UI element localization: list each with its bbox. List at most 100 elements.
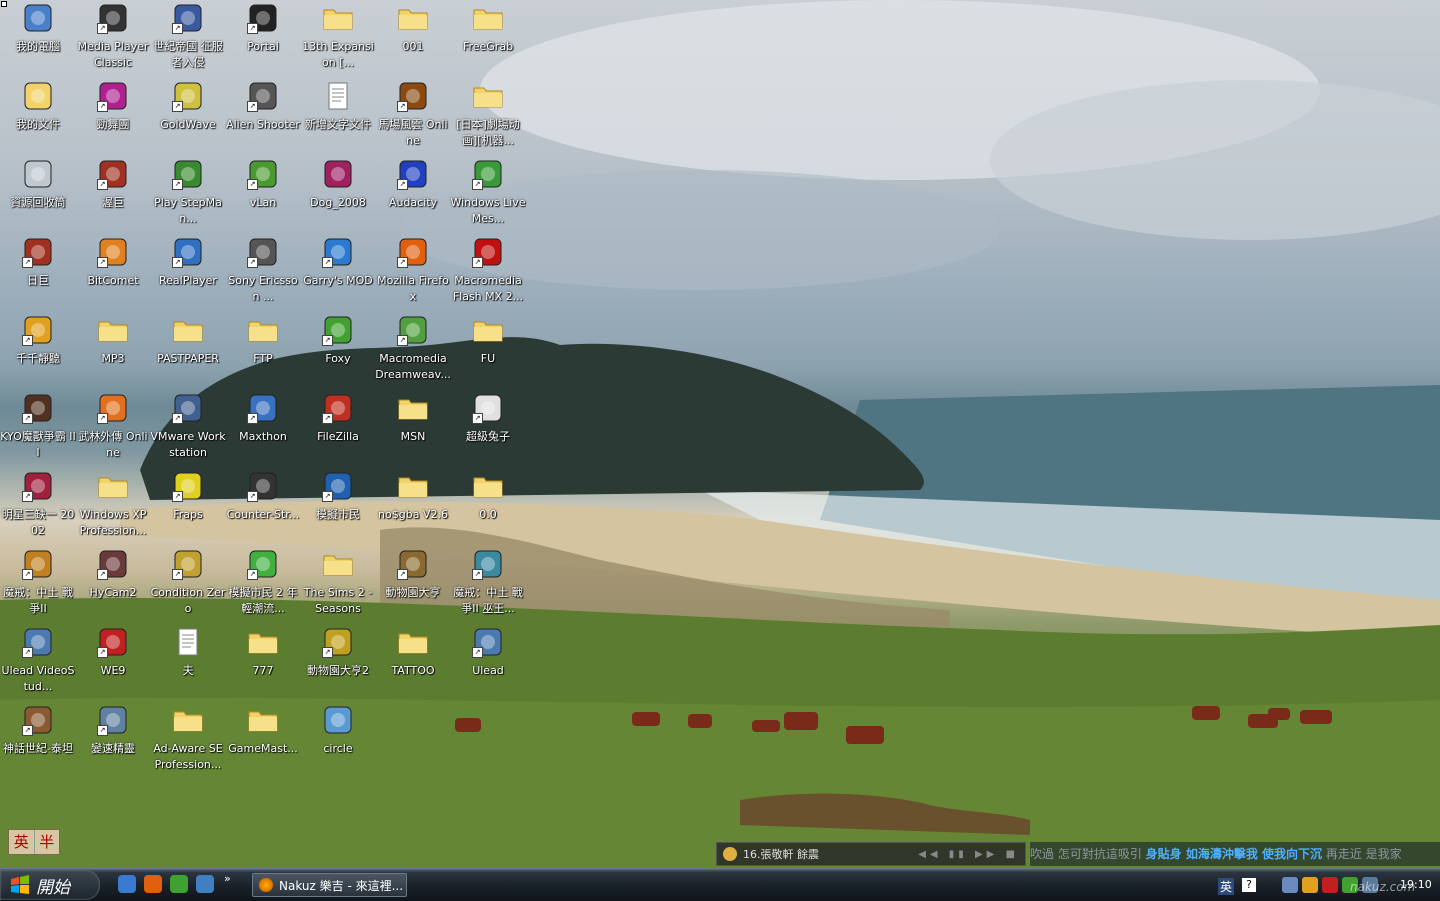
media-player-icon[interactable] — [196, 875, 214, 893]
desktop-icon[interactable]: ↗ Garry's MOD — [300, 234, 376, 310]
shortcut-arrow-icon: ↗ — [97, 179, 108, 190]
desktop-icon[interactable]: 001 — [375, 0, 451, 76]
desktop-icon[interactable]: ↗ Condition Zero — [150, 546, 226, 622]
desktop-icon[interactable]: Dog_2008 — [300, 156, 376, 232]
desktop-icon[interactable]: ↗ FileZilla — [300, 390, 376, 466]
desktop-icon[interactable]: ↗ BitComet — [75, 234, 151, 310]
desktop-icon[interactable]: ↗ 勁舞團 — [75, 78, 151, 154]
desktop-icon[interactable]: 我的文件 — [0, 78, 76, 154]
desktop-icon[interactable]: ↗ Mozilla Firefox — [375, 234, 451, 310]
desktop-icon[interactable]: ↗ 魔戒：中土 戰爭II — [0, 546, 76, 622]
desktop-icon[interactable]: ↗ Play StepMan... — [150, 156, 226, 232]
folder-icon — [472, 2, 504, 34]
desktop-icon[interactable]: no$gba V2.6 — [375, 468, 451, 544]
desktop-icon[interactable]: ↗ 千千靜聽 — [0, 312, 76, 388]
desktop-icon[interactable]: GameMast... — [225, 702, 301, 778]
desktop-icon[interactable]: 0.0 — [450, 468, 526, 544]
desktop-icon[interactable]: ↗ 渥巨 — [75, 156, 151, 232]
desktop-icon[interactable]: PASTPAPER — [150, 312, 226, 388]
media-player-icon: ↗ — [97, 2, 129, 34]
desktop-icon[interactable]: ↗ 世紀帝國 征服者入侵 — [150, 0, 226, 76]
desktop-icon-label: 神話世紀-泰坦 — [3, 742, 73, 755]
desktop-icon[interactable]: MP3 — [75, 312, 151, 388]
alien-shooter-icon: ↗ — [247, 80, 279, 112]
desktop-icon[interactable]: ↗ Counter-Str... — [225, 468, 301, 544]
playback-controls[interactable]: ◀◀ ▮▮ ▶▶ ■ — [918, 849, 1019, 860]
my-documents-icon — [22, 80, 54, 112]
desktop-icon[interactable]: ↗ 動物園大亨 — [375, 546, 451, 622]
desktop-icon[interactable]: ↗ Fraps — [150, 468, 226, 544]
desktop-icon[interactable]: ↗ Alien Shooter — [225, 78, 301, 154]
desktop-icon[interactable]: ↗ Media Player Classic — [75, 0, 151, 76]
desktop-icon[interactable]: 13th Expansion [... — [300, 0, 376, 76]
desktop-icon[interactable]: Ad-Aware SE Profession... — [150, 702, 226, 778]
desktop-icon[interactable]: ↗ Sony Ericsson ... — [225, 234, 301, 310]
desktop-icon-label: 動物園大亨 — [385, 586, 441, 599]
desktop-icon[interactable]: Windows XP Profession... — [75, 468, 151, 544]
desktop-icon[interactable]: ↗ KYO魔獸爭霸 III — [0, 390, 76, 466]
desktop-icon[interactable]: FTP — [225, 312, 301, 388]
desktop-icon[interactable]: ↗ RealPlayer — [150, 234, 226, 310]
language-indicator[interactable]: 英 — [1218, 878, 1235, 895]
folder-icon — [97, 314, 129, 346]
desktop-icon[interactable]: ↗ Ulead — [450, 624, 526, 700]
desktop-icon[interactable]: [日本]劇場动画][机器... — [450, 78, 526, 154]
ttplayer-tray-icon[interactable] — [1302, 877, 1318, 893]
desktop-icon[interactable]: 資源回收筒 — [0, 156, 76, 232]
desktop-icon[interactable]: ↗ Maxthon — [225, 390, 301, 466]
foxy-icon[interactable] — [170, 875, 188, 893]
desktop-icon[interactable]: ↗ 超級兔子 — [450, 390, 526, 466]
ime-toolbar[interactable]: 英 半 — [8, 829, 60, 855]
ime-language-toggle[interactable]: 英 — [9, 830, 35, 854]
desktop-icon[interactable]: 新增文字文件 — [300, 78, 376, 154]
desktop-icon[interactable]: MSN — [375, 390, 451, 466]
quick-launch-overflow[interactable]: » — [224, 872, 231, 885]
desktop-icon[interactable]: The Sims 2 - Seasons — [300, 546, 376, 622]
desktop-icon[interactable]: ↗ 模擬市民 — [300, 468, 376, 544]
desktop-icon[interactable]: FreeGrab — [450, 0, 526, 76]
desktop-icon[interactable]: ↗ 動物園大亨2 — [300, 624, 376, 700]
network-icon[interactable] — [1282, 877, 1298, 893]
desktop-icon[interactable]: ↗ 日巨 — [0, 234, 76, 310]
folder-icon — [397, 470, 429, 502]
music-player-mini[interactable]: 16.張敬軒 餘震 ◀◀ ▮▮ ▶▶ ■ — [716, 842, 1026, 866]
desktop-icon[interactable]: 夫 — [150, 624, 226, 700]
desktop-icon[interactable]: ↗ GoldWave — [150, 78, 226, 154]
desktop-icon[interactable]: 我的電腦 — [0, 0, 76, 76]
desktop-icon[interactable]: circle — [300, 702, 376, 778]
shortcut-arrow-icon: ↗ — [247, 491, 258, 502]
desktop-icon[interactable]: ↗ 變速精靈 — [75, 702, 151, 778]
desktop-icon[interactable]: FU — [450, 312, 526, 388]
desktop-icon[interactable]: ↗ Audacity — [375, 156, 451, 232]
start-button[interactable]: 開始 — [0, 870, 100, 900]
desktop-icon[interactable]: ↗ 神話世紀-泰坦 — [0, 702, 76, 778]
desktop-icon[interactable]: TATTOO — [375, 624, 451, 700]
lyric-current: 身貼身 如海濤沖擊我 使我向下沉 — [1145, 847, 1323, 861]
text-file-icon — [322, 80, 354, 112]
internet-explorer-icon[interactable] — [118, 875, 136, 893]
desktop-icon[interactable]: ↗ Portal — [225, 0, 301, 76]
desktop-icon[interactable]: ↗ Foxy — [300, 312, 376, 388]
desktop-icon[interactable]: ↗ 魔戒：中土 戰爭II 巫王... — [450, 546, 526, 622]
desktop-icon[interactable]: ↗ 模擬市民 2 年輕潮流... — [225, 546, 301, 622]
desktop-icon[interactable]: ↗ Macromedia Flash MX 2... — [450, 234, 526, 310]
desktop-icon[interactable]: ↗ 馬場風雲 Online — [375, 78, 451, 154]
desktop-icon[interactable]: ↗ Macromedia Dreamweav... — [375, 312, 451, 388]
help-icon[interactable]: ? — [1242, 878, 1256, 892]
we9-icon: ↗ — [97, 626, 129, 658]
desktop-icon[interactable]: ↗ vLan — [225, 156, 301, 232]
desktop-icon[interactable]: ↗ 明星三缺一 2002 — [0, 468, 76, 544]
task-button-firefox[interactable]: Nakuz 樂吉 - 來這裡... — [252, 873, 407, 897]
shortcut-arrow-icon: ↗ — [322, 491, 333, 502]
desktop-icon[interactable]: ↗ WE9 — [75, 624, 151, 700]
desktop-icon-label: 資源回收筒 — [10, 196, 66, 209]
firefox-icon[interactable] — [144, 875, 162, 893]
desktop-icon[interactable]: ↗ Ulead VideoStud... — [0, 624, 76, 700]
desktop-icon[interactable]: 777 — [225, 624, 301, 700]
desktop-icon[interactable]: ↗ 武林外傳 Online — [75, 390, 151, 466]
desktop-icon[interactable]: ↗ HyCam2 — [75, 546, 151, 622]
ime-width-toggle[interactable]: 半 — [35, 830, 60, 854]
ati-icon[interactable] — [1322, 877, 1338, 893]
desktop-icon[interactable]: ↗ Windows Live Mes... — [450, 156, 526, 232]
desktop-icon[interactable]: ↗ VMware Workstation — [150, 390, 226, 466]
